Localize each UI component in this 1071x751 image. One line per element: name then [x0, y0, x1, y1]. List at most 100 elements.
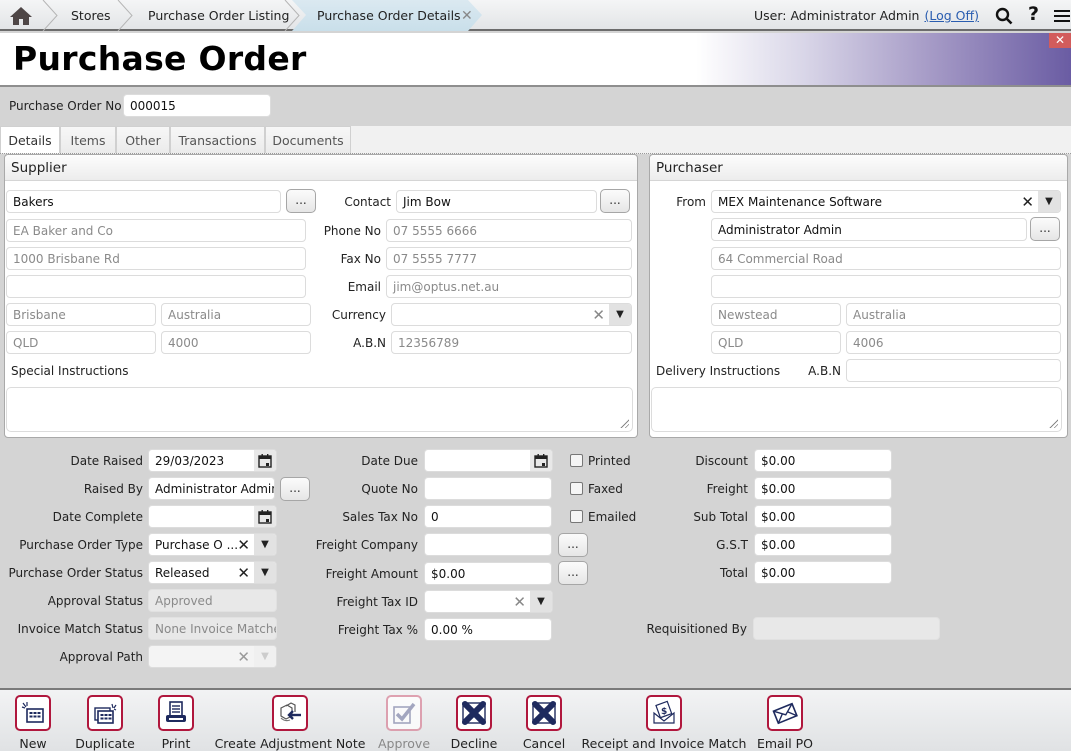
create-adjustment-note-button[interactable]: Create Adjustment Note	[215, 690, 365, 751]
purchaser-address1-field[interactable]: 64 Commercial Road	[711, 247, 1061, 270]
raised-by-field[interactable]: Administrator Admin	[148, 477, 275, 500]
new-button[interactable]: New	[14, 690, 52, 751]
tab-transactions[interactable]: Transactions	[170, 126, 265, 153]
tab-documents[interactable]: Documents	[265, 126, 351, 153]
breadcrumb-label: Purchase Order Listing	[148, 8, 290, 23]
supplier-city-field[interactable]: Brisbane	[6, 303, 156, 326]
breadcrumb-stores[interactable]: Stores	[71, 0, 111, 31]
purchaser-abn-field[interactable]	[846, 359, 1061, 382]
freight-tax-id-select[interactable]: ✕ ▼	[424, 590, 553, 613]
supplier-address1-field[interactable]: 1000 Brisbane Rd	[6, 247, 306, 270]
gst-field[interactable]: $0.00	[754, 533, 892, 556]
date-complete-field[interactable]	[148, 505, 277, 528]
po-status-select[interactable]: Released ✕ ▼	[148, 561, 277, 584]
delivery-instructions-field[interactable]	[651, 387, 1062, 432]
purchaser-person-field[interactable]: Administrator Admin	[711, 218, 1027, 241]
tab-other[interactable]: Other	[116, 126, 170, 153]
close-page-button[interactable]: ✕	[1049, 33, 1071, 48]
date-raised-field[interactable]: 29/03/2023	[148, 449, 277, 472]
supplier-state-field[interactable]: QLD	[6, 331, 156, 354]
help-icon[interactable]: ?	[1028, 3, 1039, 25]
duplicate-button[interactable]: Duplicate	[69, 690, 141, 751]
log-off-link[interactable]: (Log Off)	[924, 8, 979, 23]
fax-field[interactable]: 07 5555 7777	[386, 247, 632, 270]
phone-field[interactable]: 07 5555 6666	[386, 219, 632, 242]
search-icon[interactable]	[995, 7, 1013, 25]
contact-label: Contact	[344, 194, 391, 209]
email-field[interactable]: jim@optus.net.au	[386, 275, 632, 298]
freight-amount-field[interactable]: $0.00	[424, 562, 552, 585]
freight-company-field[interactable]	[424, 533, 552, 556]
supplier-postcode-field[interactable]: 4000	[161, 331, 311, 354]
approval-path-label: Approval Path	[59, 649, 143, 664]
supplier-country-field[interactable]: Australia	[161, 303, 311, 326]
freight-amount-browse-button[interactable]: ...	[558, 561, 588, 585]
print-button[interactable]: Print	[157, 690, 195, 751]
contact-field[interactable]: Jim Bow	[396, 190, 597, 213]
chevron-down-icon[interactable]: ▼	[530, 591, 552, 612]
date-due-field[interactable]	[424, 449, 553, 472]
quote-no-field[interactable]	[424, 477, 552, 500]
purchaser-postcode-field[interactable]: 4006	[846, 331, 1061, 354]
clear-icon[interactable]: ✕	[513, 591, 526, 612]
home-button[interactable]	[0, 0, 42, 31]
chevron-down-icon[interactable]: ▼	[254, 534, 276, 555]
resize-grip-icon[interactable]	[619, 418, 629, 428]
chevron-down-icon[interactable]: ▼	[1038, 191, 1060, 212]
discount-field[interactable]: $0.00	[754, 449, 892, 472]
clear-icon[interactable]: ✕	[237, 534, 250, 555]
from-select[interactable]: MEX Maintenance Software ✕ ▼	[711, 190, 1061, 213]
sales-tax-no-field[interactable]: 0	[424, 505, 552, 528]
clear-icon[interactable]: ✕	[592, 304, 605, 325]
special-instructions-field[interactable]	[6, 387, 633, 432]
purchaser-country-field[interactable]: Australia	[846, 303, 1061, 326]
tab-items[interactable]: Items	[60, 126, 116, 153]
po-status-label: Purchase Order Status	[8, 565, 143, 580]
clear-icon[interactable]: ✕	[1021, 191, 1034, 212]
decline-button[interactable]: Decline	[451, 690, 497, 751]
freight-company-browse-button[interactable]: ...	[558, 533, 588, 557]
tab-details[interactable]: Details	[0, 126, 60, 153]
close-tab-icon[interactable]: ✕	[461, 0, 473, 31]
contact-browse-button[interactable]: ...	[600, 189, 630, 213]
breadcrumb-purchase-order-listing[interactable]: Purchase Order Listing	[148, 0, 289, 31]
calendar-icon[interactable]	[254, 506, 276, 527]
freight-field[interactable]: $0.00	[754, 477, 892, 500]
chevron-down-icon[interactable]: ▼	[609, 304, 631, 325]
po-type-select[interactable]: Purchase O ... ✕ ▼	[148, 533, 277, 556]
cancel-button[interactable]: Cancel	[523, 690, 565, 751]
supplier-name-field[interactable]: EA Baker and Co	[6, 219, 306, 242]
email-po-button[interactable]: Email PO	[757, 690, 813, 751]
svg-text:$: $	[661, 707, 667, 717]
printed-checkbox[interactable]	[570, 454, 583, 467]
emailed-label: Emailed	[588, 509, 637, 524]
breadcrumb-purchase-order-details[interactable]: Purchase Order Details	[317, 0, 461, 31]
purchaser-browse-button[interactable]: ...	[1030, 217, 1060, 241]
emailed-checkbox[interactable]	[570, 510, 583, 523]
calendar-icon[interactable]	[530, 450, 552, 471]
receipt-invoice-match-button[interactable]: $ Receipt and Invoice Match	[582, 690, 746, 751]
from-value: MEX Maintenance Software	[718, 194, 882, 209]
total-field[interactable]: $0.00	[754, 561, 892, 584]
faxed-checkbox[interactable]	[570, 482, 583, 495]
chevron-down-icon[interactable]: ▼	[254, 562, 276, 583]
calendar-icon[interactable]	[254, 450, 276, 471]
po-number-field[interactable]: 000015	[123, 94, 271, 117]
purchaser-state-field[interactable]: QLD	[711, 331, 841, 354]
supplier-abn-field[interactable]: 12356789	[391, 331, 632, 354]
supplier-address2-field[interactable]	[6, 275, 306, 298]
po-type-value: Purchase O ...	[155, 537, 239, 552]
purchaser-address2-field[interactable]	[711, 275, 1061, 298]
freight-tax-pct-field[interactable]: 0.00 %	[424, 618, 552, 641]
resize-grip-icon[interactable]	[1048, 418, 1058, 428]
supplier-code-field[interactable]: Bakers	[6, 190, 281, 213]
approval-path-select[interactable]: ✕ ▼	[148, 645, 277, 668]
menu-icon[interactable]	[1054, 9, 1070, 23]
chevron-down-icon[interactable]: ▼	[254, 646, 276, 667]
subtotal-field[interactable]: $0.00	[754, 505, 892, 528]
clear-icon[interactable]: ✕	[237, 646, 250, 667]
purchaser-city-field[interactable]: Newstead	[711, 303, 841, 326]
po-status-value: Released	[155, 565, 210, 580]
clear-icon[interactable]: ✕	[237, 562, 250, 583]
currency-select[interactable]: ✕ ▼	[391, 303, 632, 326]
